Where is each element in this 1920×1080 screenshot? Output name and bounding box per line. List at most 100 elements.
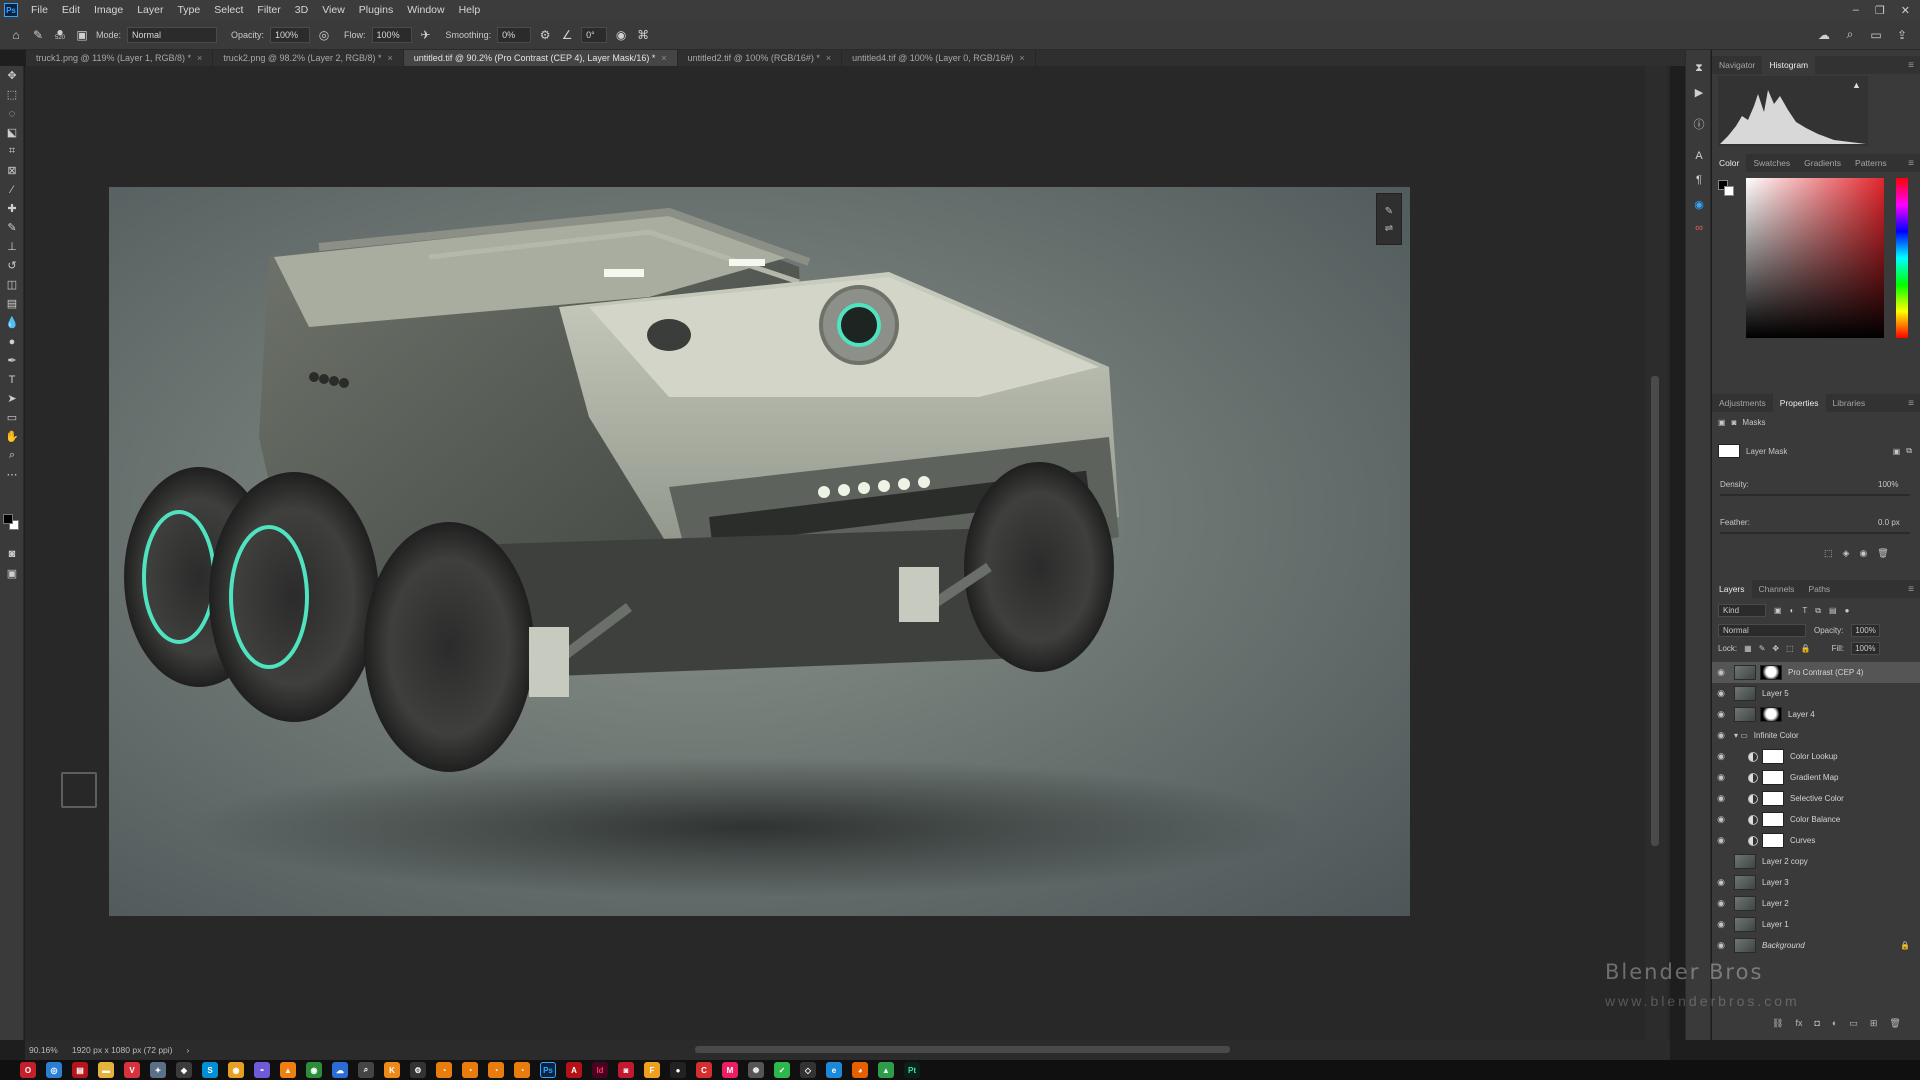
home-icon[interactable]: ⌂	[8, 27, 24, 43]
menu-type[interactable]: Type	[170, 0, 207, 20]
skype-icon[interactable]: S	[202, 1062, 218, 1078]
lock-icon[interactable]: 🔒	[1900, 941, 1910, 950]
filter-type-icon[interactable]: T	[1802, 606, 1807, 615]
info-icon[interactable]: ⓘ	[1686, 112, 1712, 136]
visibility-icon[interactable]: ◉	[1859, 548, 1867, 559]
tab-close-icon[interactable]: ×	[388, 53, 393, 63]
vector-mask-icon[interactable]: ◙	[1732, 418, 1737, 427]
google-drive-icon[interactable]: ▲	[878, 1062, 894, 1078]
eyedropper-tool-icon[interactable]: ⁄	[0, 180, 24, 199]
healing-brush-tool-icon[interactable]: ✚	[0, 199, 24, 218]
history-icon[interactable]: ⧗	[1686, 56, 1712, 80]
layer-mask-thumbnail[interactable]	[1760, 707, 1782, 722]
substance-painter-icon[interactable]: Pt	[904, 1062, 920, 1078]
color-picker-field[interactable]	[1746, 178, 1884, 338]
blender-icon-2[interactable]: ◔	[462, 1062, 478, 1078]
hand-tool-icon[interactable]: ✋	[0, 427, 24, 446]
layer-row[interactable]: ◉ Layer 3	[1712, 872, 1920, 893]
tab-swatches[interactable]: Swatches	[1746, 154, 1797, 172]
firefox-icon[interactable]: ◕	[852, 1062, 868, 1078]
brush-tool-icon[interactable]: ✎	[30, 27, 46, 43]
marquee-tool-icon[interactable]: ⬚	[0, 85, 24, 104]
minimize-icon[interactable]: –	[1853, 4, 1859, 17]
blender-icon[interactable]: ◔	[436, 1062, 452, 1078]
panel-menu-icon[interactable]: ≡	[1908, 398, 1920, 409]
tab-patterns[interactable]: Patterns	[1848, 154, 1894, 172]
path-select-tool-icon[interactable]: ➤	[0, 389, 24, 408]
eye-icon[interactable]: ◉	[1712, 898, 1730, 909]
chrome-alt-icon[interactable]: ◉	[306, 1062, 322, 1078]
more-tools-icon[interactable]: ⋯	[0, 465, 24, 484]
layer-row[interactable]: ◉ Layer 5	[1712, 683, 1920, 704]
vlc-icon[interactable]: ▲	[280, 1062, 296, 1078]
layer-row[interactable]: ◉ Selective Color	[1712, 788, 1920, 809]
lasso-tool-icon[interactable]: ◌	[0, 104, 24, 123]
feather-slider[interactable]	[1720, 532, 1910, 534]
app-m-icon[interactable]: M	[722, 1062, 738, 1078]
layer-thumbnail[interactable]	[1734, 917, 1756, 932]
panel-menu-icon[interactable]: ≡	[1908, 158, 1920, 169]
layer-row[interactable]: ◉ Gradient Map	[1712, 767, 1920, 788]
load-selection-icon[interactable]: ⬚	[1824, 548, 1833, 559]
filter-smart-icon[interactable]: ▤	[1829, 606, 1837, 615]
tab-libraries[interactable]: Libraries	[1826, 394, 1873, 412]
brush-widget-icon[interactable]: ✎	[1377, 206, 1401, 217]
link-layers-icon[interactable]: ⛓	[1772, 1018, 1783, 1029]
layer-row[interactable]: ◉ Layer 4	[1712, 704, 1920, 725]
zoom-tool-icon[interactable]: ⌕	[0, 446, 24, 465]
layer-mask-thumbnail[interactable]	[1760, 665, 1782, 680]
eye-icon[interactable]: ◉	[1712, 835, 1730, 846]
layer-row[interactable]: ◉ Color Balance	[1712, 809, 1920, 830]
layer-mask-thumbnail[interactable]	[1762, 791, 1784, 806]
document-tab[interactable]: truck2.png @ 98.2% (Layer 2, RGB/8) * ×	[213, 50, 404, 66]
app-owl-icon[interactable]: ◆	[176, 1062, 192, 1078]
menu-select[interactable]: Select	[207, 0, 250, 20]
menu-image[interactable]: Image	[87, 0, 130, 20]
blender-icon-3[interactable]: ◔	[488, 1062, 504, 1078]
layer-row[interactable]: ◉ Curves	[1712, 830, 1920, 851]
acrobat-icon[interactable]: A	[566, 1062, 582, 1078]
layer-thumbnail[interactable]	[1734, 686, 1756, 701]
app-record-icon[interactable]: ◙	[618, 1062, 634, 1078]
tab-properties[interactable]: Properties	[1772, 394, 1826, 412]
tab-color[interactable]: Color	[1712, 154, 1747, 172]
app-cloud-icon[interactable]: ☁	[332, 1062, 348, 1078]
panel-menu-icon[interactable]: ≡	[1908, 60, 1920, 71]
tab-adjustments[interactable]: Adjustments	[1712, 394, 1773, 412]
tab-channels[interactable]: Channels	[1752, 580, 1802, 598]
layer-opacity-field[interactable]: 100%	[1851, 624, 1880, 637]
quick-mask-icon[interactable]: ◙	[0, 544, 24, 563]
filter-shape-icon[interactable]: ⧉	[1815, 606, 1821, 616]
frame-tool-icon[interactable]: ⊠	[0, 161, 24, 180]
edge-icon[interactable]: e	[826, 1062, 842, 1078]
paragraph-icon[interactable]: ¶	[1686, 168, 1712, 192]
smoothing-field[interactable]: 0%	[497, 26, 532, 43]
lock-position-icon[interactable]: ✥	[1772, 644, 1779, 653]
filter-toggle-icon[interactable]: ●	[1845, 606, 1850, 615]
discord-icon[interactable]: ◓	[254, 1062, 270, 1078]
add-pixel-mask-icon[interactable]: ▣	[1893, 447, 1901, 456]
layer-row[interactable]: ◉ Layer 2	[1712, 893, 1920, 914]
tab-navigator[interactable]: Navigator	[1712, 56, 1762, 74]
angle-field[interactable]: 0°	[581, 26, 608, 43]
indesign-icon[interactable]: Id	[592, 1062, 608, 1078]
document-tab[interactable]: untitled2.tif @ 100% (RGB/16#) * ×	[678, 50, 843, 66]
restore-icon[interactable]: ❐	[1875, 4, 1885, 17]
document-tab[interactable]: untitled4.tif @ 100% (Layer 0, RGB/16#) ×	[842, 50, 1036, 66]
brush-tool-icon[interactable]: ✎	[0, 218, 24, 237]
pressure-opacity-icon[interactable]: ◎	[316, 27, 332, 43]
menu-edit[interactable]: Edit	[55, 0, 87, 20]
folder-icon[interactable]: ▾ ▭	[1734, 731, 1748, 740]
pressure-size-icon[interactable]: ◉	[613, 27, 629, 43]
menu-view[interactable]: View	[315, 0, 352, 20]
menu-3d[interactable]: 3D	[288, 0, 315, 20]
document-tab[interactable]: untitled.tif @ 90.2% (Pro Contrast (CEP …	[403, 50, 678, 66]
history-brush-tool-icon[interactable]: ↺	[0, 256, 24, 275]
app-red-icon[interactable]: ▤	[72, 1062, 88, 1078]
clone-stamp-tool-icon[interactable]: ⊥	[0, 237, 24, 256]
feather-value[interactable]: 0.0 px	[1878, 518, 1900, 527]
layer-thumbnail[interactable]	[1734, 896, 1756, 911]
tab-layers[interactable]: Layers	[1712, 580, 1752, 598]
rectangle-tool-icon[interactable]: ▭	[0, 408, 24, 427]
blur-tool-icon[interactable]: 💧	[0, 313, 24, 332]
